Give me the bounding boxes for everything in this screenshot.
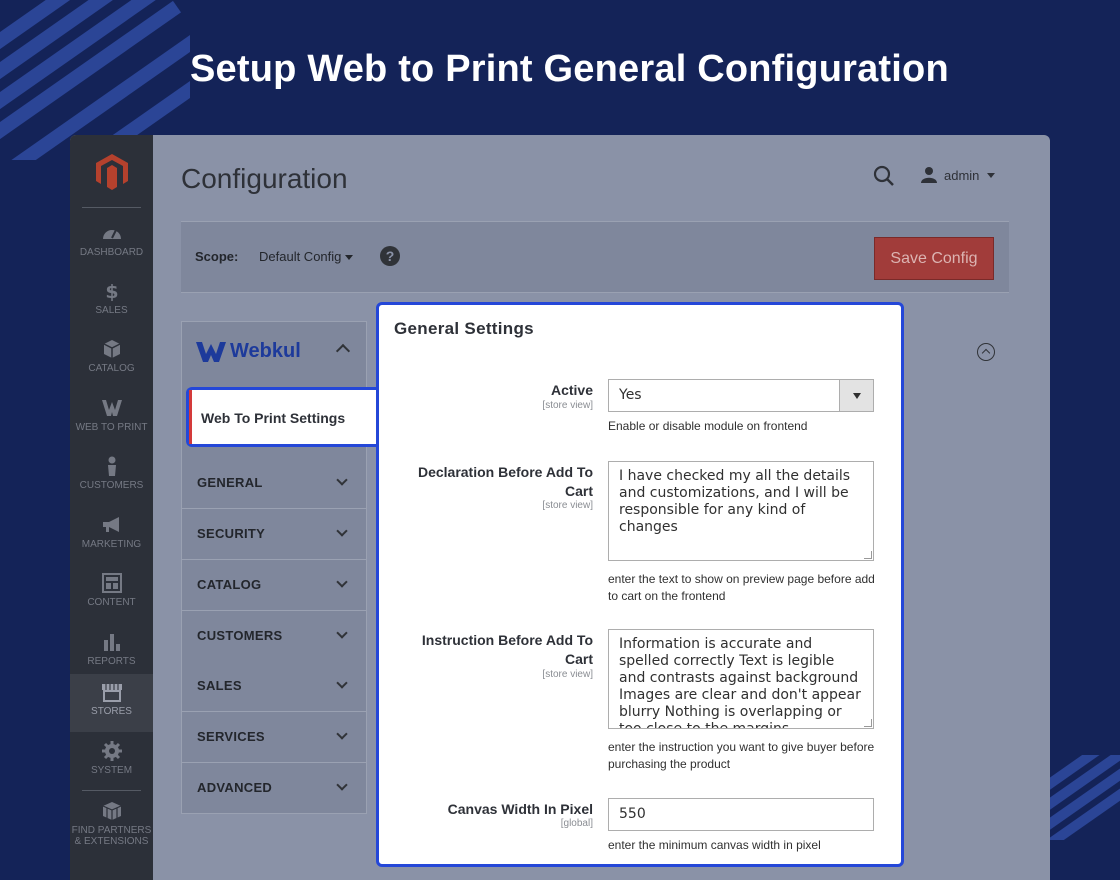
chevron-up-icon[interactable] [335,343,351,359]
nav-section-services[interactable]: SERVICES [181,712,367,763]
chevron-down-icon[interactable] [839,380,873,411]
sidebar-item-marketing[interactable]: MARKETING [70,507,153,565]
active-select[interactable]: Yes [608,379,874,412]
canvas-width-label: Canvas Width In Pixel [447,801,593,817]
boxes-icon [102,802,121,820]
sidebar-item-content[interactable]: CONTENT [70,565,153,623]
box-icon [103,340,120,358]
canvas-width-input[interactable]: 550 [608,798,874,831]
sidebar-item-sales[interactable]: $ SALES [70,273,153,331]
sidebar-item-stores[interactable]: STORES [70,674,153,732]
tab-label: Web To Print Settings [201,410,346,426]
scope-switcher[interactable]: Default Config [259,249,341,264]
chevron-down-icon [336,525,348,537]
active-label: Active [550,382,593,398]
page-title: Configuration [181,163,348,194]
declaration-textarea[interactable]: I have checked my all the details and cu… [608,461,874,561]
sidebar-divider [82,207,141,208]
resize-handle-icon[interactable] [864,719,872,727]
megaphone-icon [102,517,119,532]
active-note: Enable or disable module on frontend [608,419,808,433]
chevron-down-icon[interactable] [345,255,353,260]
sidebar-item-system[interactable]: SYSTEM [70,733,153,791]
admin-sidebar: DASHBOARD $ SALES CATALOG WEB TO PRINT C… [70,135,153,880]
save-config-button[interactable]: Save Config [874,237,994,280]
declaration-label: Declaration Before Add To Cart [417,464,593,499]
sidebar-item-find-partners[interactable]: FIND PARTNERS & EXTENSIONS [70,793,153,863]
instruction-label: Instruction Before Add To Cart [421,632,593,667]
search-icon[interactable] [873,165,895,187]
scope-label: Scope: [195,249,239,264]
chevron-down-icon [336,677,348,689]
webkul-w-icon [196,341,226,362]
nav-section-general[interactable]: GENERAL [181,458,367,509]
chevron-down-icon [336,779,348,791]
nav-section-customers[interactable]: CUSTOMERS [181,611,367,662]
collapse-section-icon[interactable] [977,343,995,361]
sidebar-item-customers[interactable]: CUSTOMERS [70,448,153,506]
page-banner-title: Setup Web to Print General Configuration [190,48,949,90]
nav-section-advanced[interactable]: ADVANCED [181,763,367,814]
instruction-text: Information is accurate and spelled corr… [619,636,861,729]
section-title: General Settings [394,319,534,338]
canvas-width-value: 550 [619,806,646,822]
vendor-name: Webkul [230,340,301,362]
sidebar-item-dashboard[interactable]: DASHBOARD [70,215,153,273]
magento-logo-icon [96,154,128,190]
declaration-note: enter the text to show on preview page b… [608,572,875,603]
resize-handle-icon[interactable] [864,551,872,559]
scope-hint: [store view] [542,400,593,411]
dollar-icon: $ [105,281,118,301]
admin-user-menu[interactable]: admin [920,166,996,184]
scope-hint: [global] [560,818,593,829]
bar-chart-icon [103,634,120,651]
decorative-stripes [1045,755,1120,840]
tab-web-to-print-settings[interactable]: Web To Print Settings [186,387,382,447]
instruction-textarea[interactable]: Information is accurate and spelled corr… [608,629,874,729]
active-tab-indicator [189,390,192,444]
declaration-text: I have checked my all the details and cu… [619,468,851,535]
dashboard-icon [102,229,121,239]
nav-section-catalog[interactable]: CATALOG [181,560,367,611]
webkul-w-icon [101,400,122,416]
sidebar-item-catalog[interactable]: CATALOG [70,331,153,389]
chevron-down-icon [336,474,348,486]
chevron-down-icon [336,627,348,639]
chevron-down-icon [336,576,348,588]
svg-text:$: $ [105,281,118,301]
admin-username: admin [944,167,980,183]
nav-section-sales[interactable]: SALES [181,661,367,712]
active-select-value: Yes [619,387,642,403]
scope-hint: [store view] [542,500,593,511]
canvas-width-note: enter the minimum canvas width in pixel [608,838,821,852]
user-icon [921,167,937,183]
layout-icon [101,573,122,593]
help-icon[interactable]: ? [380,246,400,266]
nav-section-security[interactable]: SECURITY [181,509,367,560]
chevron-down-icon [336,728,348,740]
general-settings-panel: General Settings Active [store view] Yes… [376,302,904,867]
store-icon [101,684,122,702]
person-icon [107,456,116,476]
chevron-down-icon [987,172,996,178]
sidebar-divider [82,790,141,791]
sidebar-item-web-to-print[interactable]: WEB TO PRINT [70,390,153,448]
gear-icon [101,741,122,761]
webkul-logo[interactable]: Webkul [196,340,301,363]
instruction-note: enter the instruction you want to give b… [608,740,875,771]
scope-toolbar: Scope: Default Config ? Save Config [181,221,1009,293]
scope-hint: [store view] [542,669,593,680]
